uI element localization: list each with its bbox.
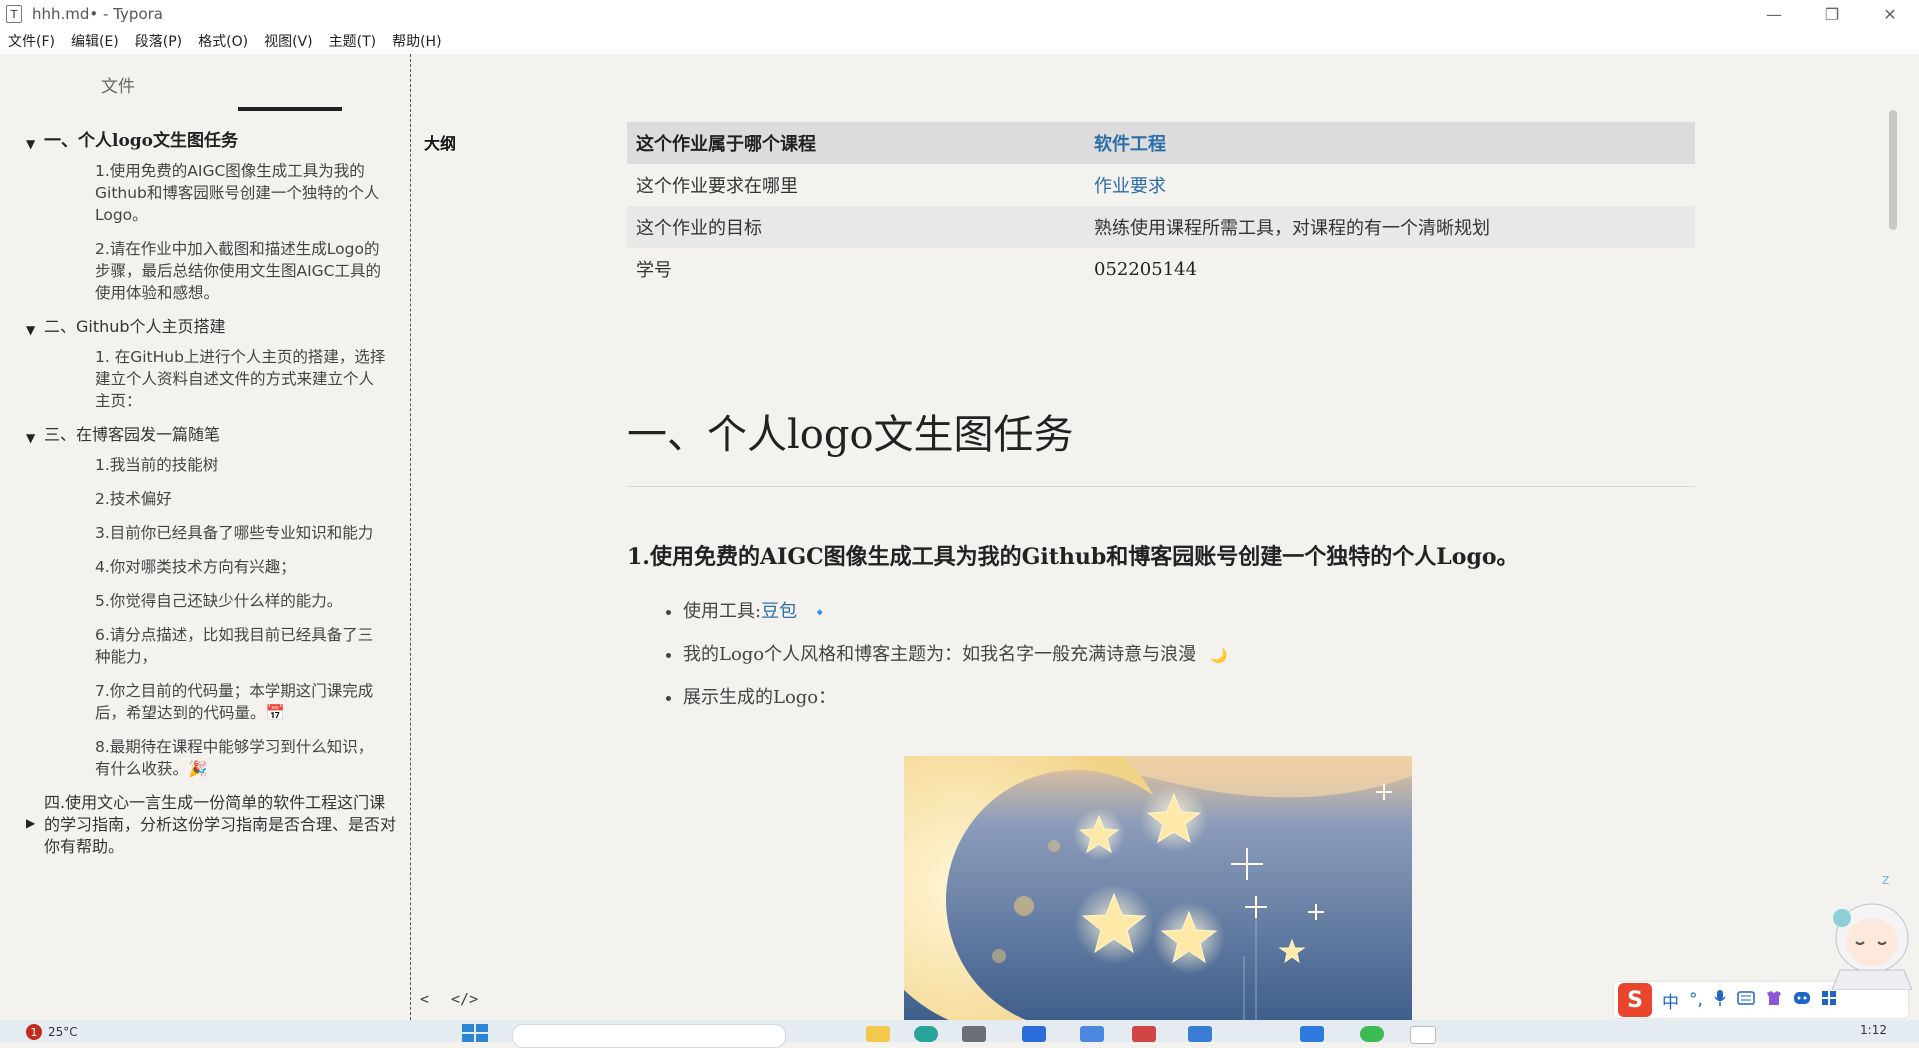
app-icon[interactable] (1188, 1026, 1212, 1042)
app-icon[interactable] (1132, 1026, 1156, 1042)
bullet-list: 使用工具:豆包 🔹 我的Logo个人风格和博客主题为：如我名字一般充满诗意与浪漫 🌙… (627, 599, 1695, 711)
notification-badge: 1 (26, 1024, 42, 1040)
editor-pane[interactable]: 这个作业属于哪个课程 软件工程 这个作业要求在哪里 作业要求 这个作业的目标 熟… (411, 54, 1901, 1020)
outline-heading-label: 一、个人logo文生图任务 (44, 131, 239, 151)
emoji-panel-icon[interactable] (1793, 990, 1811, 1011)
requirement-link[interactable]: 作业要求 (1094, 164, 1695, 206)
weather-widget[interactable]: 1 25°C (26, 1024, 78, 1040)
caret-down-icon[interactable]: ▼ (26, 427, 35, 449)
active-tab-indicator (238, 107, 342, 111)
taskbar-search[interactable] (512, 1024, 786, 1048)
table-row: 这个作业属于哪个课程 软件工程 (627, 122, 1695, 164)
moon-icon: 🌙 (1210, 648, 1228, 664)
diamond-icon: 🔹 (811, 605, 829, 621)
student-id: 052205144 (1094, 258, 1198, 280)
outline-heading-label: 二、Github个人主页搭建 (44, 317, 226, 336)
microphone-icon[interactable] (1713, 989, 1727, 1012)
outline-heading[interactable]: ▼ 一、个人logo文生图任务 (0, 130, 400, 152)
menu-view[interactable]: 视图(V) (264, 31, 313, 51)
menu-edit[interactable]: 编辑(E) (71, 31, 119, 51)
table-cell: 熟练使用课程所需工具，对课程的有一个清晰规划 (1094, 206, 1695, 248)
store-icon[interactable] (1022, 1026, 1046, 1042)
document-content: 这个作业属于哪个课程 软件工程 这个作业要求在哪里 作业要求 这个作业的目标 熟… (627, 122, 1695, 727)
taskbar: 1 25°C 1:12 (0, 1020, 1919, 1048)
app-icon[interactable] (1300, 1026, 1324, 1042)
outline-heading-label: 四.使用文心一言生成一份简单的软件工程这门课的学习指南，分析这份学习指南是否合理… (44, 793, 397, 856)
close-button[interactable]: ✕ (1861, 0, 1919, 28)
outline-heading[interactable]: ▶ 四.使用文心一言生成一份简单的软件工程这门课的学习指南，分析这份学习指南是否合… (0, 792, 400, 858)
show-logo-text: 展示生成的Logo： (683, 687, 837, 708)
menu-bar: 文件(F) 编辑(E) 段落(P) 格式(O) 视图(V) 主题(T) 帮助(H… (0, 28, 1919, 54)
tab-files[interactable]: 文件 (68, 72, 168, 97)
subsection-heading: 1.使用免费的AIGC图像生成工具为我的Github和博客园账号创建一个独特的个… (627, 544, 1519, 570)
style-text: 我的Logo个人风格和博客主题为：如我名字一般充满诗意与浪漫 (683, 644, 1197, 665)
app-icon[interactable] (962, 1026, 986, 1042)
outline-subheading[interactable]: 2.技术偏好 (0, 488, 400, 510)
outline-subheading[interactable]: 1. 在GitHub上进行个人主页的搭建，选择建立个人资料自述文件的方式来建立个… (0, 346, 400, 412)
maximize-button[interactable]: ❐ (1803, 0, 1861, 28)
taskbar-clock[interactable]: 1:12 (1860, 1023, 1887, 1037)
assignment-table: 这个作业属于哪个课程 软件工程 这个作业要求在哪里 作业要求 这个作业的目标 熟… (627, 122, 1695, 290)
menu-theme[interactable]: 主题(T) (329, 31, 376, 51)
title-bar: T hhh.md• - Typora — ❐ ✕ (0, 0, 1919, 28)
menu-help[interactable]: 帮助(H) (392, 31, 441, 51)
caret-down-icon[interactable]: ▼ (26, 319, 35, 341)
edge-browser-icon[interactable] (914, 1026, 938, 1042)
outline-subheading[interactable]: 6.请分点描述，比如我目前已经具备了三种能力， (0, 624, 400, 668)
window-title: hhh.md• - Typora (32, 5, 163, 23)
outline-tree: ▼ 一、个人logo文生图任务 1.使用免费的AIGC图像生成工具为我的Github… (0, 130, 400, 866)
sidebar-tabs: 文件 大纲 (0, 54, 456, 153)
outline-subheading[interactable]: 8.最期待在课程中能够学习到什么知识，有什么收获。🎉 (0, 736, 400, 780)
outline-subheading[interactable]: 1.使用免费的AIGC图像生成工具为我的Github和博客园账号创建一个独特的个… (0, 160, 400, 226)
editor-scrollbar[interactable] (1889, 110, 1897, 230)
table-cell: 学号 (636, 260, 672, 281)
menu-paragraph[interactable]: 段落(P) (135, 31, 182, 51)
app-icon[interactable] (1080, 1026, 1104, 1042)
minimize-button[interactable]: — (1745, 0, 1803, 28)
table-row: 学号 052205144 (627, 248, 1695, 290)
toolbox-icon[interactable] (1821, 990, 1837, 1011)
list-item: 展示生成的Logo： (683, 685, 1695, 711)
typora-taskbar-icon[interactable] (1410, 1026, 1436, 1044)
outline-subheading[interactable]: 2.请在作业中加入截图和描述生成Logo的步骤，最后总结你使用文生图AIGC工具… (0, 238, 400, 304)
table-cell: 这个作业要求在哪里 (636, 176, 798, 197)
doubao-link[interactable]: 豆包 (761, 601, 797, 622)
menu-file[interactable]: 文件(F) (8, 31, 55, 51)
outline-subheading[interactable]: 4.你对哪类技术方向有兴趣； (0, 556, 400, 578)
desktop-mascot-image[interactable]: z (1820, 870, 1919, 991)
ime-punct-toggle[interactable]: °, (1689, 990, 1703, 1010)
sogou-logo-icon[interactable]: S (1618, 983, 1652, 1017)
keyboard-icon[interactable] (1737, 990, 1755, 1010)
outline-heading-label: 三、在博客园发一篇随笔 (44, 425, 221, 444)
table-cell: 这个作业的目标 (627, 206, 1094, 248)
section-heading: 一、个人logo文生图任务 (627, 402, 1695, 487)
window-controls: — ❐ ✕ (1745, 0, 1919, 28)
wechat-icon[interactable] (1360, 1026, 1384, 1042)
windows-start-icon[interactable] (462, 1024, 488, 1042)
caret-down-icon[interactable]: ▼ (26, 133, 35, 155)
table-row: 这个作业的目标 熟练使用课程所需工具，对课程的有一个清晰规划 (627, 206, 1695, 248)
outline-heading[interactable]: ▼ 二、Github个人主页搭建 (0, 316, 400, 338)
generated-logo-image[interactable] (904, 756, 1412, 1020)
ime-mode-toggle[interactable]: 中 (1662, 988, 1679, 1013)
skin-icon[interactable] (1765, 990, 1783, 1011)
caret-right-icon[interactable]: ▶ (26, 812, 35, 834)
list-item: 我的Logo个人风格和博客主题为：如我名字一般充满诗意与浪漫 🌙 (683, 642, 1695, 669)
menu-format[interactable]: 格式(O) (198, 31, 248, 51)
outline-subheading[interactable]: 3.目前你已经具备了哪些专业知识和能力 (0, 522, 400, 544)
typora-app-icon: T (6, 5, 22, 23)
list-item: 使用工具:豆包 🔹 (683, 599, 1695, 626)
outline-heading[interactable]: ▼ 三、在博客园发一篇随笔 (0, 424, 400, 446)
table-row: 这个作业要求在哪里 作业要求 (627, 164, 1695, 206)
table-cell: 这个作业属于哪个课程 (627, 122, 1094, 164)
outline-subheading[interactable]: 7.你之目前的代码量；本学期这门课完成后，希望达到的代码量。📅 (0, 680, 400, 724)
sidebar: 文件 大纲 ▼ 一、个人logo文生图任务 1.使用免费的AIGC图像生成工具为我的… (0, 54, 456, 1020)
outline-subheading[interactable]: 1.我当前的技能树 (0, 454, 400, 476)
outline-subheading[interactable]: 5.你觉得自己还缺少什么样的能力。 (0, 590, 400, 612)
weather-temp: 25°C (48, 1025, 78, 1039)
course-link[interactable]: 软件工程 (1094, 122, 1695, 164)
tool-label: 使用工具: (683, 601, 762, 622)
file-explorer-icon[interactable] (866, 1026, 890, 1042)
svg-text:z: z (1882, 872, 1889, 888)
